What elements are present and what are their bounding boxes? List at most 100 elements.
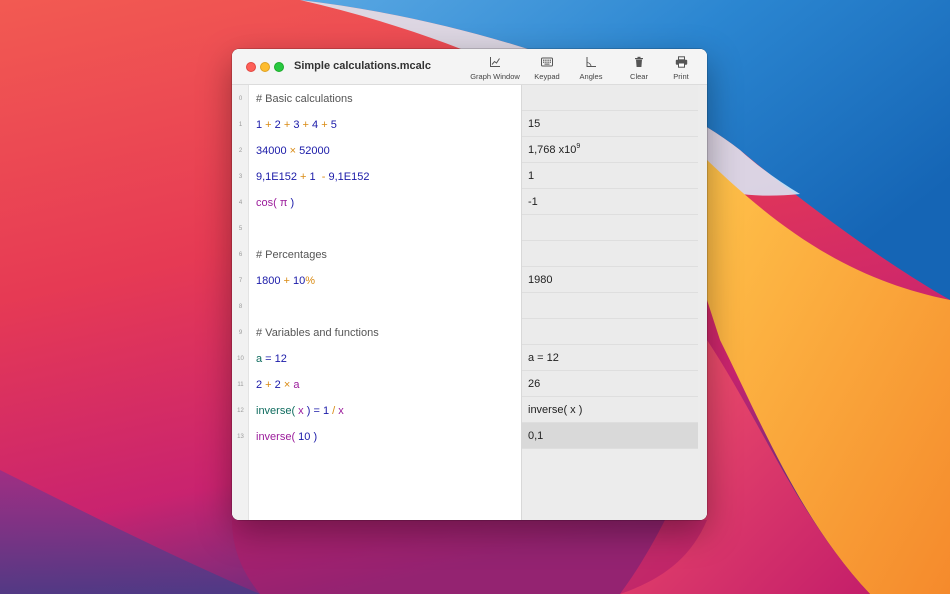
expression-line[interactable]: 9,1E152 + 1 - 9,1E152 <box>249 164 521 190</box>
line-number-row: 13 <box>232 424 249 450</box>
expression-line[interactable]: a = 12 <box>249 346 521 372</box>
result-row[interactable]: -1 <box>522 189 698 215</box>
result-text: 15 <box>528 118 541 130</box>
printer-icon <box>675 56 687 68</box>
result-row[interactable] <box>522 293 698 319</box>
result-row[interactable] <box>522 215 698 241</box>
expression-text: cos( π ) <box>256 190 294 216</box>
expression-line[interactable]: inverse( 10 ) <box>249 424 521 450</box>
result-row[interactable]: inverse( x ) <box>522 397 698 423</box>
line-number-row: 2 <box>232 138 249 164</box>
close-window-button[interactable] <box>246 62 256 72</box>
line-number: 4 <box>238 200 243 206</box>
expression-text: # Variables and functions <box>256 320 379 346</box>
result-row[interactable]: 0,1 <box>522 423 698 449</box>
expression-token: × <box>280 379 294 391</box>
line-number: 5 <box>238 226 243 232</box>
expression-line[interactable]: 34000 × 52000 <box>249 138 521 164</box>
graph-window-label: Graph Window <box>470 72 520 81</box>
expression-line[interactable]: cos( π ) <box>249 190 521 216</box>
keypad-button[interactable]: Keypad <box>530 55 564 83</box>
expression-line[interactable] <box>249 216 521 242</box>
result-row[interactable]: 1 <box>522 163 698 189</box>
print-button[interactable]: Print <box>666 55 696 83</box>
expression-token: 10 <box>293 275 306 287</box>
line-number-row: 0 <box>232 86 249 112</box>
expression-text: 1800 + 10% <box>256 268 315 294</box>
result-value: 1980 <box>528 267 552 293</box>
expression-line[interactable]: 1 + 2 + 3 + 4 + 5 <box>249 112 521 138</box>
line-number: 0 <box>238 96 243 102</box>
expression-text: # Percentages <box>256 242 327 268</box>
line-number: 6 <box>238 252 243 258</box>
line-number: 7 <box>238 278 243 284</box>
result-row[interactable]: 1980 <box>522 267 698 293</box>
expression-token: + <box>262 379 275 391</box>
result-text: -1 <box>528 196 538 208</box>
expression-text: inverse( 10 ) <box>256 424 317 450</box>
expression-token: 9,1E152 <box>256 171 297 183</box>
expression-text: 9,1E152 + 1 - 9,1E152 <box>256 164 369 190</box>
expression-editor[interactable]: # Basic calculations 1 + 2 + 3 + 4 + 5 340… <box>249 85 521 520</box>
expression-token: 34000 <box>256 145 287 157</box>
expression-token: π <box>276 197 291 209</box>
result-value: 15 <box>528 111 540 137</box>
result-row[interactable] <box>522 319 698 345</box>
result-value: 1 <box>528 163 534 189</box>
expression-token: a <box>293 379 300 391</box>
result-text: 26 <box>528 378 541 390</box>
expression-token: inverse( <box>256 405 296 417</box>
expression-token: + <box>318 119 331 131</box>
line-number-row: 6 <box>232 242 249 268</box>
line-number: 2 <box>238 148 243 154</box>
result-row[interactable] <box>522 85 698 111</box>
line-number-row: 11 <box>232 372 249 398</box>
line-number: 13 <box>237 434 244 440</box>
trash-icon <box>635 56 643 67</box>
expression-line[interactable]: # Percentages <box>249 242 521 268</box>
expression-line[interactable]: # Basic calculations <box>249 86 521 112</box>
expression-token: ) = <box>306 405 323 417</box>
expression-token: / <box>329 405 339 417</box>
expression-token: ) <box>290 197 295 209</box>
expression-token: 1800 <box>256 275 281 287</box>
expression-line[interactable] <box>249 294 521 320</box>
clear-button[interactable]: Clear <box>624 55 654 83</box>
result-exponent: 9 <box>576 143 581 150</box>
result-text: a = 12 <box>528 352 559 364</box>
result-row[interactable]: 15 <box>522 111 698 137</box>
result-text: 1,768 x10 <box>528 144 577 156</box>
expression-text: a = 12 <box>256 346 287 372</box>
result-row[interactable]: 26 <box>522 371 698 397</box>
expression-line[interactable]: # Variables and functions <box>249 320 521 346</box>
result-value: 26 <box>528 371 540 397</box>
title-bar: Simple calculations.mcalc Graph Window K… <box>232 49 707 85</box>
expression-token: ) <box>313 431 318 443</box>
expression-text: # Basic calculations <box>256 86 353 112</box>
expression-token: x <box>295 405 307 417</box>
expression-token: + <box>280 275 294 287</box>
result-row[interactable]: a = 12 <box>522 345 698 371</box>
zoom-window-button[interactable] <box>274 62 284 72</box>
angles-button[interactable]: Angles <box>574 55 608 83</box>
line-number-row: 3 <box>232 164 249 190</box>
result-row[interactable]: 1,768 x109 <box>522 137 698 163</box>
expression-token: + <box>262 119 275 131</box>
minimize-window-button[interactable] <box>260 62 270 72</box>
expression-text: 34000 × 52000 <box>256 138 330 164</box>
expression-line[interactable]: inverse( x ) = 1 / x <box>249 398 521 424</box>
line-number: 3 <box>238 174 243 180</box>
expression-token: 9,1E152 <box>328 171 370 183</box>
result-row[interactable] <box>522 241 698 267</box>
expression-line[interactable]: 2 + 2 × a <box>249 372 521 398</box>
line-number: 11 <box>237 382 244 388</box>
expression-token: × <box>286 145 300 157</box>
line-number: 8 <box>238 304 243 310</box>
result-value: -1 <box>528 189 538 215</box>
line-number-row: 10 <box>232 346 249 372</box>
keypad-icon <box>541 57 553 67</box>
result-value: a = 12 <box>528 345 559 371</box>
graph-window-button[interactable]: Graph Window <box>468 55 522 83</box>
expression-line[interactable]: 1800 + 10% <box>249 268 521 294</box>
result-text: 1 <box>528 170 535 182</box>
